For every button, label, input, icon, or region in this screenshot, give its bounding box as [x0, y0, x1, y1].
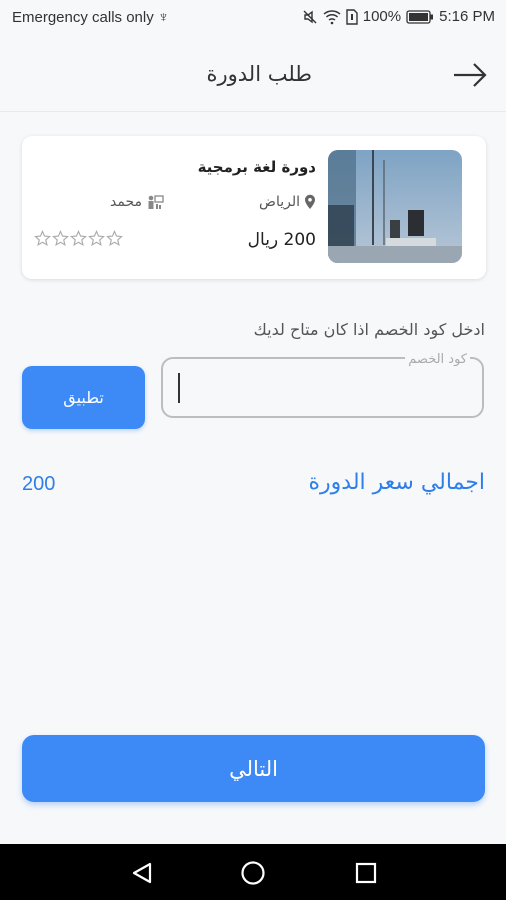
- course-name: دورة لغة برمجية: [197, 158, 316, 176]
- square-recents-icon: [355, 862, 377, 884]
- page-title: طلب الدورة: [206, 62, 312, 86]
- app-header: طلب الدورة: [0, 40, 506, 112]
- triangle-back-icon: [132, 862, 152, 884]
- discount-code-input[interactable]: [163, 359, 482, 416]
- circle-home-icon: [241, 861, 265, 885]
- nav-back-button[interactable]: [127, 858, 157, 888]
- total-price-value: 200: [22, 473, 56, 495]
- location-text: الرياض: [259, 194, 300, 210]
- course-location: الرياض: [259, 194, 316, 210]
- status-bar: Emergency calls only ♆ 100% 5:16 PM: [0, 0, 506, 36]
- star-rating: [34, 230, 123, 247]
- status-right: 100% 5:16 PM: [302, 8, 495, 25]
- battery-percent: 100%: [362, 8, 402, 25]
- arrow-right-icon: [454, 63, 487, 87]
- star-icon: [52, 230, 69, 247]
- next-button[interactable]: التالي: [22, 735, 485, 802]
- usb-icon: ♆: [157, 9, 170, 26]
- carrier-text: Emergency calls only: [12, 9, 154, 26]
- course-trainer: محمد: [110, 194, 164, 210]
- nav-home-button[interactable]: [238, 858, 268, 888]
- discount-hint: ادخل كود الخصم اذا كان متاح لديك: [253, 320, 485, 339]
- battery-icon: [406, 9, 434, 24]
- system-nav-bar: [0, 844, 506, 900]
- location-pin-icon: [305, 194, 315, 209]
- apply-discount-button[interactable]: تطبيق: [22, 366, 145, 429]
- mute-icon: [303, 10, 317, 23]
- star-icon: [34, 230, 51, 247]
- status-left: Emergency calls only ♆: [12, 9, 169, 26]
- star-icon: [70, 230, 87, 247]
- star-icon: [88, 230, 105, 247]
- total-price-label: اجمالي سعر الدورة: [308, 470, 485, 495]
- nav-recents-button[interactable]: [351, 858, 381, 888]
- trainer-icon: [148, 195, 164, 209]
- course-price: 200 ريال: [247, 230, 316, 250]
- sim-icon: [346, 8, 358, 25]
- course-card[interactable]: دورة لغة برمجية الرياض محمد 200 ريال: [22, 136, 486, 279]
- wifi-icon: [323, 9, 341, 24]
- discount-field-label: كود الخصم: [405, 353, 470, 366]
- clock: 5:16 PM: [439, 8, 495, 25]
- discount-code-field[interactable]: كود الخصم: [161, 353, 484, 418]
- back-button[interactable]: [450, 58, 490, 92]
- trainer-name: محمد: [110, 194, 142, 210]
- text-cursor: [178, 373, 180, 403]
- star-icon: [106, 230, 123, 247]
- course-image: [328, 150, 462, 263]
